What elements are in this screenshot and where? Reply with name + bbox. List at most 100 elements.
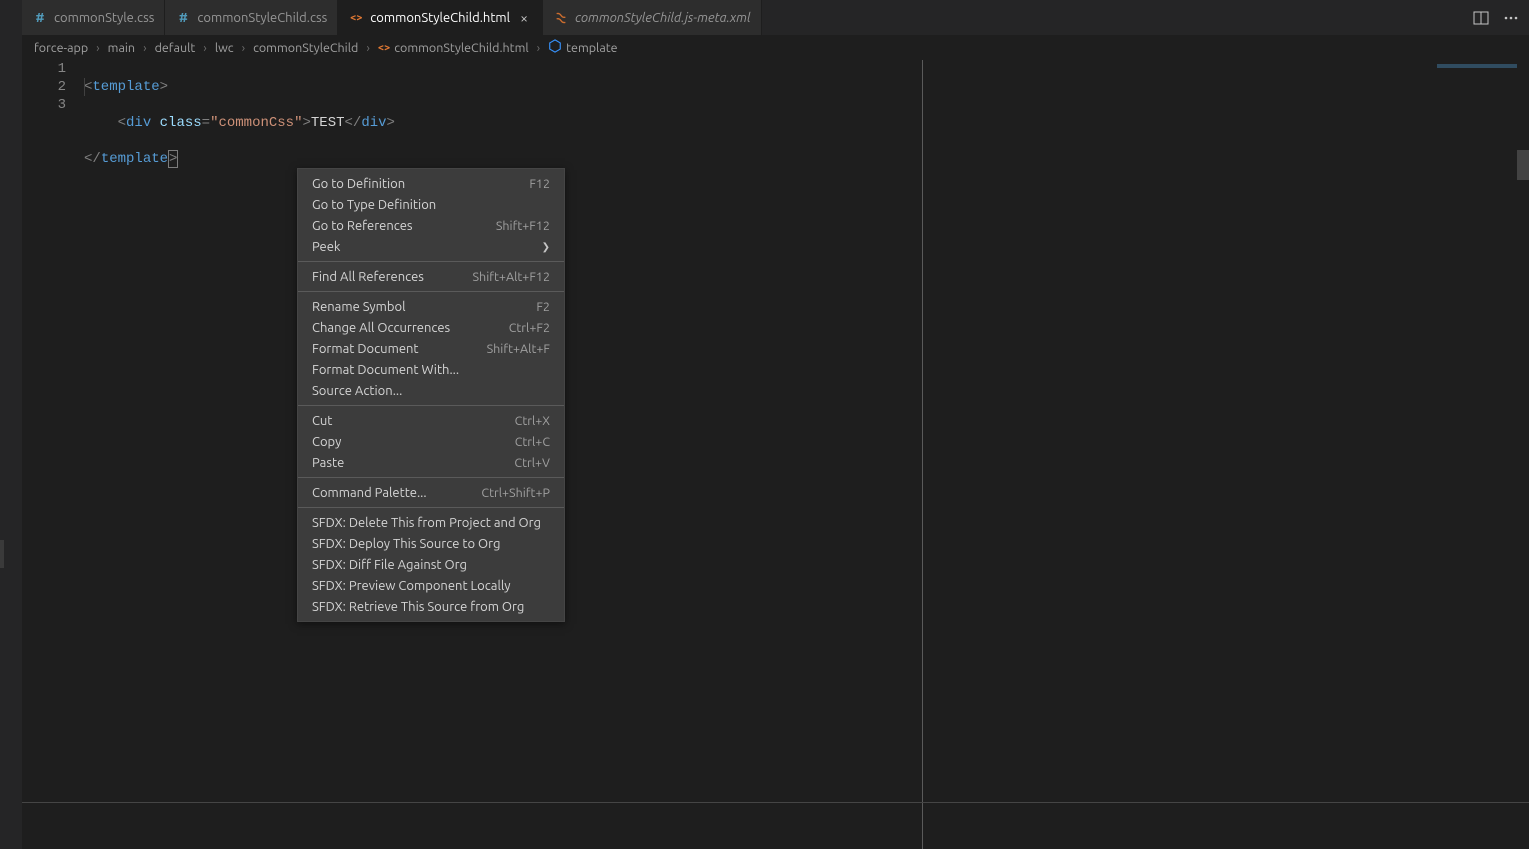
tab-label: commonStyleChild.html <box>370 11 510 25</box>
menu-item-go-to-type-definition[interactable]: Go to Type Definition <box>298 194 564 215</box>
menu-separator <box>298 507 564 508</box>
tab-commonStyleChild-html[interactable]: <> commonStyleChild.html × <box>338 0 543 35</box>
tab-commonStyleChild-js-meta-xml[interactable]: commonStyleChild.js-meta.xml <box>543 0 762 35</box>
menu-item-shortcut: Ctrl+C <box>515 435 550 449</box>
tab-bar: # commonStyle.css # commonStyleChild.css <> c… <box>22 0 1529 35</box>
menu-item-shortcut: Ctrl+Shift+P <box>481 486 550 500</box>
menu-item-label: Go to References <box>312 219 413 233</box>
tab-commonStyle-css[interactable]: # commonStyle.css <box>22 0 165 35</box>
html-file-icon: <> <box>348 10 364 26</box>
activity-indicator <box>0 540 4 568</box>
scrollbar-thumb[interactable] <box>1517 150 1529 180</box>
menu-item-find-all-references[interactable]: Find All References Shift+Alt+F12 <box>298 266 564 287</box>
line-number: 2 <box>22 78 66 96</box>
menu-item-label: Peek <box>312 240 340 254</box>
tab-label: commonStyle.css <box>54 11 154 25</box>
menu-item-sfdx-diff-file-against-org[interactable]: SFDX: Diff File Against Org <box>298 554 564 575</box>
menu-item-label: Go to Definition <box>312 177 405 191</box>
line-number: 1 <box>22 60 66 78</box>
line-number: 3 <box>22 96 66 114</box>
more-actions-icon[interactable] <box>1503 10 1519 26</box>
chevron-right-icon: › <box>533 41 545 55</box>
menu-separator <box>298 477 564 478</box>
menu-item-label: Find All References <box>312 270 424 284</box>
menu-item-label: Go to Type Definition <box>312 198 436 212</box>
panel-border <box>22 802 1529 803</box>
chevron-right-icon: ❯ <box>542 241 550 253</box>
menu-item-change-all-occurrences[interactable]: Change All Occurrences Ctrl+F2 <box>298 317 564 338</box>
template-symbol-icon <box>548 39 562 56</box>
menu-item-paste[interactable]: Paste Ctrl+V <box>298 452 564 473</box>
menu-item-go-to-definition[interactable]: Go to Definition F12 <box>298 173 564 194</box>
menu-separator <box>298 261 564 262</box>
breadcrumbs[interactable]: force-app›main›default›lwc›commonStyleCh… <box>22 35 1529 60</box>
editor-group: #commonStyle.css#commonStyleChild.css<>c… <box>22 0 1529 849</box>
menu-item-label: SFDX: Retrieve This Source from Org <box>312 600 524 614</box>
menu-item-label: Cut <box>312 414 332 428</box>
xml-file-icon <box>553 10 569 26</box>
chevron-right-icon: › <box>238 41 250 55</box>
menu-item-label: Command Palette... <box>312 486 427 500</box>
breadcrumb-file[interactable]: <>commonStyleChild.html <box>378 41 529 55</box>
menu-item-label: Paste <box>312 456 344 470</box>
editor-ruler <box>922 60 923 849</box>
menu-item-shortcut: Ctrl+X <box>515 414 550 428</box>
chevron-right-icon: › <box>362 41 374 55</box>
vertical-scrollbar[interactable] <box>1517 60 1529 849</box>
menu-separator <box>298 291 564 292</box>
menu-item-shortcut: F2 <box>536 300 550 314</box>
context-menu: Go to Definition F12 Go to Type Definition… <box>297 168 565 622</box>
html-file-icon: <> <box>378 42 390 54</box>
minimap[interactable] <box>1407 60 1517 849</box>
menu-item-format-document[interactable]: Format Document Shift+Alt+F <box>298 338 564 359</box>
menu-item-shortcut: F12 <box>529 177 550 191</box>
menu-item-sfdx-deploy-this-source-to-org[interactable]: SFDX: Deploy This Source to Org <box>298 533 564 554</box>
css-file-icon: # <box>32 10 48 26</box>
tab-label: commonStyleChild.css <box>197 11 327 25</box>
menu-item-command-palette[interactable]: Command Palette... Ctrl+Shift+P <box>298 482 564 503</box>
tab-commonStyleChild-css[interactable]: # commonStyleChild.css <box>165 0 338 35</box>
activity-bar <box>0 0 22 849</box>
breadcrumb-segment[interactable]: lwc <box>215 41 234 55</box>
menu-item-label: SFDX: Diff File Against Org <box>312 558 467 572</box>
menu-item-shortcut: Ctrl+F2 <box>509 321 550 335</box>
menu-item-source-action[interactable]: Source Action... <box>298 380 564 401</box>
menu-item-label: Change All Occurrences <box>312 321 450 335</box>
editor-actions <box>1463 0 1529 35</box>
menu-item-rename-symbol[interactable]: Rename SymbolF2 <box>298 296 564 317</box>
close-icon[interactable]: × <box>516 10 532 26</box>
split-editor-icon[interactable] <box>1473 10 1489 26</box>
menu-item-sfdx-retrieve-this-source-from-org[interactable]: SFDX: Retrieve This Source from Org <box>298 596 564 617</box>
breadcrumb-segment[interactable]: commonStyleChild <box>253 41 358 55</box>
breadcrumb-segment[interactable]: default <box>155 41 196 55</box>
menu-item-label: Source Action... <box>312 384 402 398</box>
tab-label: commonStyleChild.js-meta.xml <box>575 11 751 25</box>
menu-item-copy[interactable]: Copy Ctrl+C <box>298 431 564 452</box>
menu-item-label: SFDX: Deploy This Source to Org <box>312 537 501 551</box>
css-file-icon: # <box>175 10 191 26</box>
chevron-right-icon: › <box>92 41 104 55</box>
indent-guide <box>84 78 85 96</box>
breadcrumb-segment[interactable]: force-app <box>34 41 88 55</box>
menu-item-go-to-references[interactable]: Go to References Shift+F12 <box>298 215 564 236</box>
minimap-content <box>1437 64 1517 68</box>
menu-item-shortcut: Shift+F12 <box>496 219 550 233</box>
line-number-gutter: 1 2 3 <box>22 60 84 849</box>
chevron-right-icon: › <box>139 41 151 55</box>
menu-item-peek[interactable]: Peek ❯ <box>298 236 564 257</box>
menu-item-sfdx-preview-component-locally[interactable]: SFDX: Preview Component Locally <box>298 575 564 596</box>
breadcrumb-symbol[interactable]: template <box>548 39 617 56</box>
menu-item-shortcut: Shift+Alt+F <box>487 342 550 356</box>
menu-item-label: Format Document <box>312 342 419 356</box>
menu-item-label: Copy <box>312 435 341 449</box>
menu-item-label: SFDX: Preview Component Locally <box>312 579 511 593</box>
menu-separator <box>298 405 564 406</box>
editor-area[interactable]: 1 2 3 <template> <div class="commonCss">… <box>22 60 1529 849</box>
menu-item-sfdx-delete-this-from-project-and-org[interactable]: SFDX: Delete This from Project and Org <box>298 512 564 533</box>
menu-item-label: SFDX: Delete This from Project and Org <box>312 516 541 530</box>
menu-item-shortcut: Shift+Alt+F12 <box>473 270 551 284</box>
breadcrumb-segment[interactable]: main <box>108 41 135 55</box>
menu-item-cut[interactable]: Cut Ctrl+X <box>298 410 564 431</box>
menu-item-shortcut: Ctrl+V <box>514 456 550 470</box>
menu-item-format-document-with[interactable]: Format Document With... <box>298 359 564 380</box>
